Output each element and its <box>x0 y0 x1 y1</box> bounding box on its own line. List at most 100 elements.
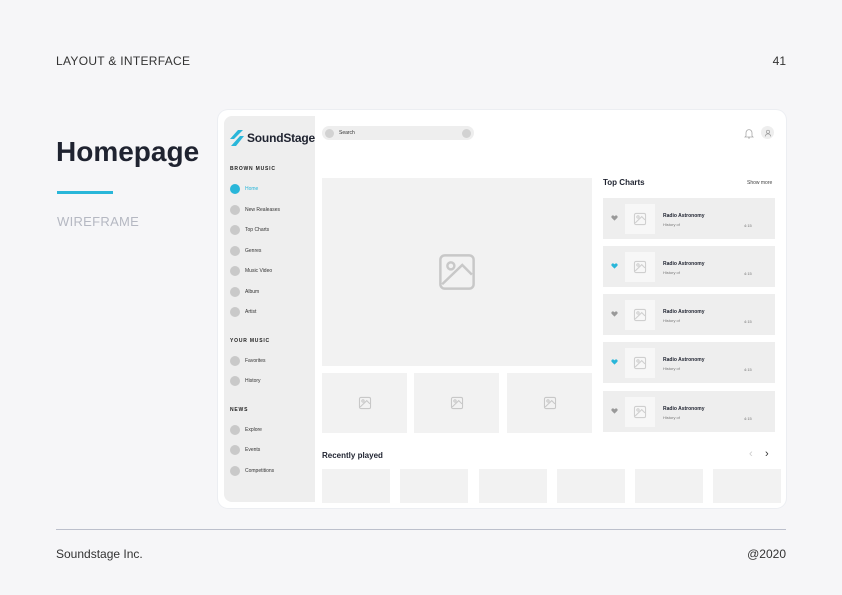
search-bar[interactable] <box>322 126 474 140</box>
bell-icon[interactable] <box>744 128 754 139</box>
featured-thumbnail-3[interactable] <box>507 373 592 433</box>
nav-label: Top Charts <box>245 227 270 233</box>
recently-played-item[interactable] <box>557 469 625 503</box>
chart-item[interactable]: Radio Astronomy History of 4:15 <box>603 198 775 239</box>
recently-played-item[interactable] <box>322 469 390 503</box>
chart-item-title: Radio Astronomy <box>663 213 705 219</box>
recently-played-item[interactable] <box>400 469 468 503</box>
chart-item-thumbnail <box>625 348 655 378</box>
sidebar-item-home[interactable]: Home <box>230 183 258 195</box>
nav-dot-icon <box>230 445 240 455</box>
chart-item-thumbnail <box>625 300 655 330</box>
featured-thumbnail-1[interactable] <box>322 373 407 433</box>
sidebar-item-new-releases[interactable]: New Realeases <box>230 204 280 216</box>
mic-icon[interactable] <box>462 128 471 138</box>
section-title-your-music: YOUR MUSIC <box>230 338 270 344</box>
nav-dot-icon <box>230 266 240 276</box>
chart-item-subtitle: History of <box>663 270 680 275</box>
chart-item-duration: 4:15 <box>744 271 752 276</box>
chart-item[interactable]: Radio Astronomy History of 4:15 <box>603 342 775 383</box>
recently-played-item[interactable] <box>713 469 781 503</box>
hero-banner[interactable] <box>322 178 592 366</box>
chevron-right-icon[interactable]: › <box>765 449 769 460</box>
app-window: SoundStage BROWN MUSIC Home New Realease… <box>218 110 786 508</box>
search-icon <box>325 128 334 138</box>
chart-item-subtitle: History of <box>663 318 680 323</box>
nav-dot-icon <box>230 205 240 215</box>
image-placeholder-icon <box>633 356 647 370</box>
nav-dot-icon <box>230 184 240 194</box>
user-icon <box>764 129 771 136</box>
chevron-left-icon[interactable]: ‹ <box>749 449 753 460</box>
heart-icon[interactable] <box>611 311 618 317</box>
title-underline <box>57 191 113 194</box>
nav-label: Music Video <box>245 268 273 274</box>
nav-dot-icon <box>230 287 240 297</box>
chart-item-duration: 4:15 <box>744 319 752 324</box>
recently-played-item[interactable] <box>635 469 703 503</box>
sidebar-item-competitions[interactable]: Competitions <box>230 465 274 477</box>
section-title-news: NEWS <box>230 407 249 413</box>
nav-dot-icon <box>230 466 240 476</box>
page-subtitle: WIREFRAME <box>57 214 140 229</box>
chart-item-subtitle: History of <box>663 222 680 227</box>
featured-thumbnail-2[interactable] <box>414 373 499 433</box>
heart-icon[interactable] <box>611 215 618 221</box>
avatar[interactable] <box>761 126 774 139</box>
chart-item-duration: 4:15 <box>744 416 752 421</box>
chart-item-duration: 4:15 <box>744 223 752 228</box>
image-placeholder-icon <box>633 308 647 322</box>
sidebar-item-top-charts[interactable]: Top Charts <box>230 224 269 236</box>
section-title-browse: BROWN MUSIC <box>230 166 276 172</box>
chart-item-duration: 4:15 <box>744 367 752 372</box>
sidebar-item-favorites[interactable]: Favorites <box>230 355 266 367</box>
image-placeholder-icon <box>633 405 647 419</box>
recently-played-item[interactable] <box>479 469 547 503</box>
footer-divider <box>56 529 786 530</box>
nav-label: Home <box>245 186 259 192</box>
image-placeholder-icon <box>358 396 371 410</box>
chart-item[interactable]: Radio Astronomy History of 4:15 <box>603 294 775 335</box>
logo-text: SoundStage <box>247 131 316 145</box>
nav-dot-icon <box>230 225 240 235</box>
sidebar-item-history[interactable]: History <box>230 375 261 387</box>
sidebar-item-artist[interactable]: Artist <box>230 306 256 318</box>
nav-dot-icon <box>230 425 240 435</box>
image-placeholder-icon <box>633 260 647 274</box>
footer-year: @2020 <box>747 547 786 561</box>
image-placeholder-icon <box>633 212 647 226</box>
nav-dot-icon <box>230 376 240 386</box>
heart-icon[interactable] <box>611 263 618 269</box>
heart-icon[interactable] <box>611 359 618 365</box>
chart-item-subtitle: History of <box>663 366 680 371</box>
chart-item-subtitle: History of <box>663 415 680 420</box>
nav-label: Favorites <box>245 358 266 364</box>
chart-item-title: Radio Astronomy <box>663 309 705 315</box>
nav-label: History <box>245 378 261 384</box>
sidebar-item-explore[interactable]: Explore <box>230 424 262 436</box>
chart-item[interactable]: Radio Astronomy History of 4:15 <box>603 391 775 432</box>
sidebar-item-music-video[interactable]: Music Video <box>230 265 272 277</box>
chart-item-thumbnail <box>625 252 655 282</box>
heart-icon[interactable] <box>611 408 618 414</box>
chart-item-title: Radio Astronomy <box>663 357 705 363</box>
recently-played-title: Recently played <box>322 451 383 460</box>
chart-item[interactable]: Radio Astronomy History of 4:15 <box>603 246 775 287</box>
nav-label: Explore <box>245 427 262 433</box>
nav-label: Competitions <box>245 468 275 474</box>
chart-item-thumbnail <box>625 204 655 234</box>
chart-item-title: Radio Astronomy <box>663 406 705 412</box>
chart-item-title: Radio Astronomy <box>663 261 705 267</box>
logo-icon <box>230 130 244 146</box>
nav-label: New Realeases <box>245 207 281 213</box>
image-placeholder-icon <box>543 396 556 410</box>
sidebar-item-album[interactable]: Album <box>230 286 259 298</box>
sidebar-item-genres[interactable]: Genres <box>230 245 261 257</box>
show-more-link[interactable]: Show more <box>747 180 772 186</box>
logo[interactable]: SoundStage <box>230 130 315 146</box>
page-title: Homepage <box>56 136 200 167</box>
nav-dot-icon <box>230 246 240 256</box>
search-input[interactable] <box>334 128 462 138</box>
sidebar-item-events[interactable]: Events <box>230 444 260 456</box>
sidebar: SoundStage BROWN MUSIC Home New Realease… <box>224 116 315 502</box>
